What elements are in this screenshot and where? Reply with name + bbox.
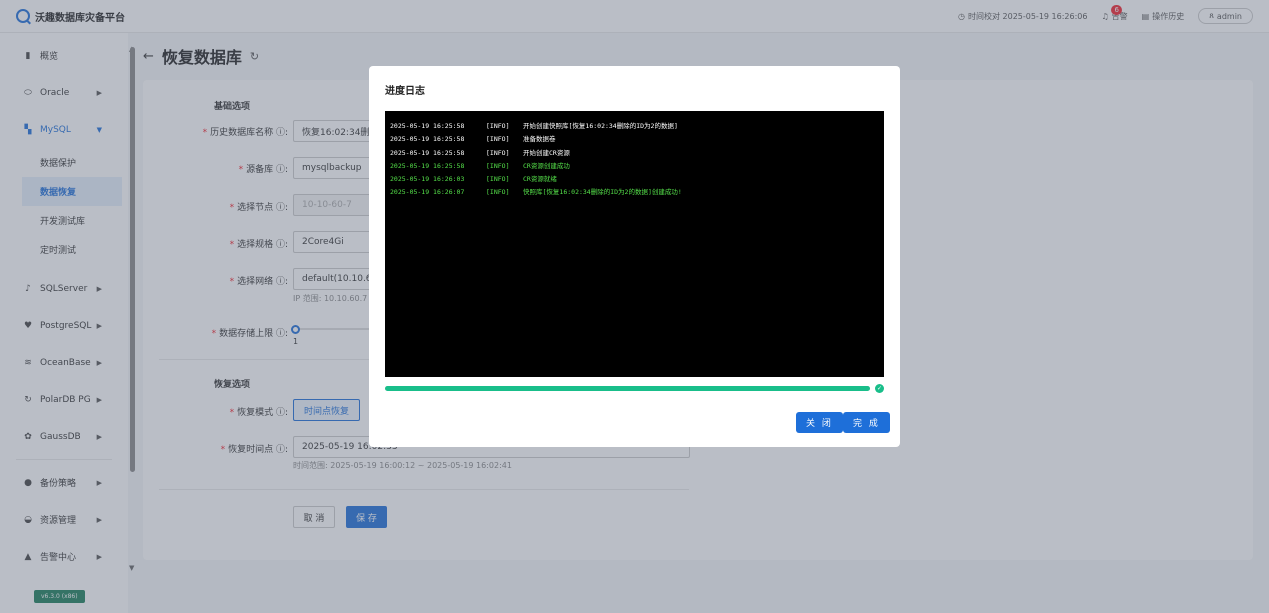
close-button[interactable]: 关 闭: [796, 412, 843, 433]
log-line: 2025-05-19 16:25:58 [INFO] CR资源创建成功: [390, 161, 570, 170]
finish-button[interactable]: 完 成: [843, 412, 890, 433]
modal-title: 进度日志: [385, 86, 425, 97]
progress-log-modal: 进度日志 2025-05-19 16:25:58 [INFO] 开始创建快照库[恢复…: [369, 66, 900, 447]
log-line: 2025-05-19 16:26:03 [INFO] CR资源就绪: [390, 175, 557, 184]
progress-bar: [385, 386, 870, 391]
log-line: 2025-05-19 16:25:58 [INFO] 开始创建快照库[恢复16:02…: [390, 122, 678, 130]
check-circle-icon: ✓: [875, 384, 884, 393]
log-terminal: 2025-05-19 16:25:58 [INFO] 开始创建快照库[恢复16:02…: [385, 111, 884, 377]
log-line: 2025-05-19 16:26:07 [INFO] 快照库[恢复16:02:34删…: [390, 188, 682, 197]
log-line: 2025-05-19 16:25:58 [INFO] 开始创建CR资源: [390, 148, 570, 157]
log-line: 2025-05-19 16:25:58 [INFO] 准备数据卷: [390, 135, 556, 144]
progress-bar-fill: [385, 386, 870, 391]
